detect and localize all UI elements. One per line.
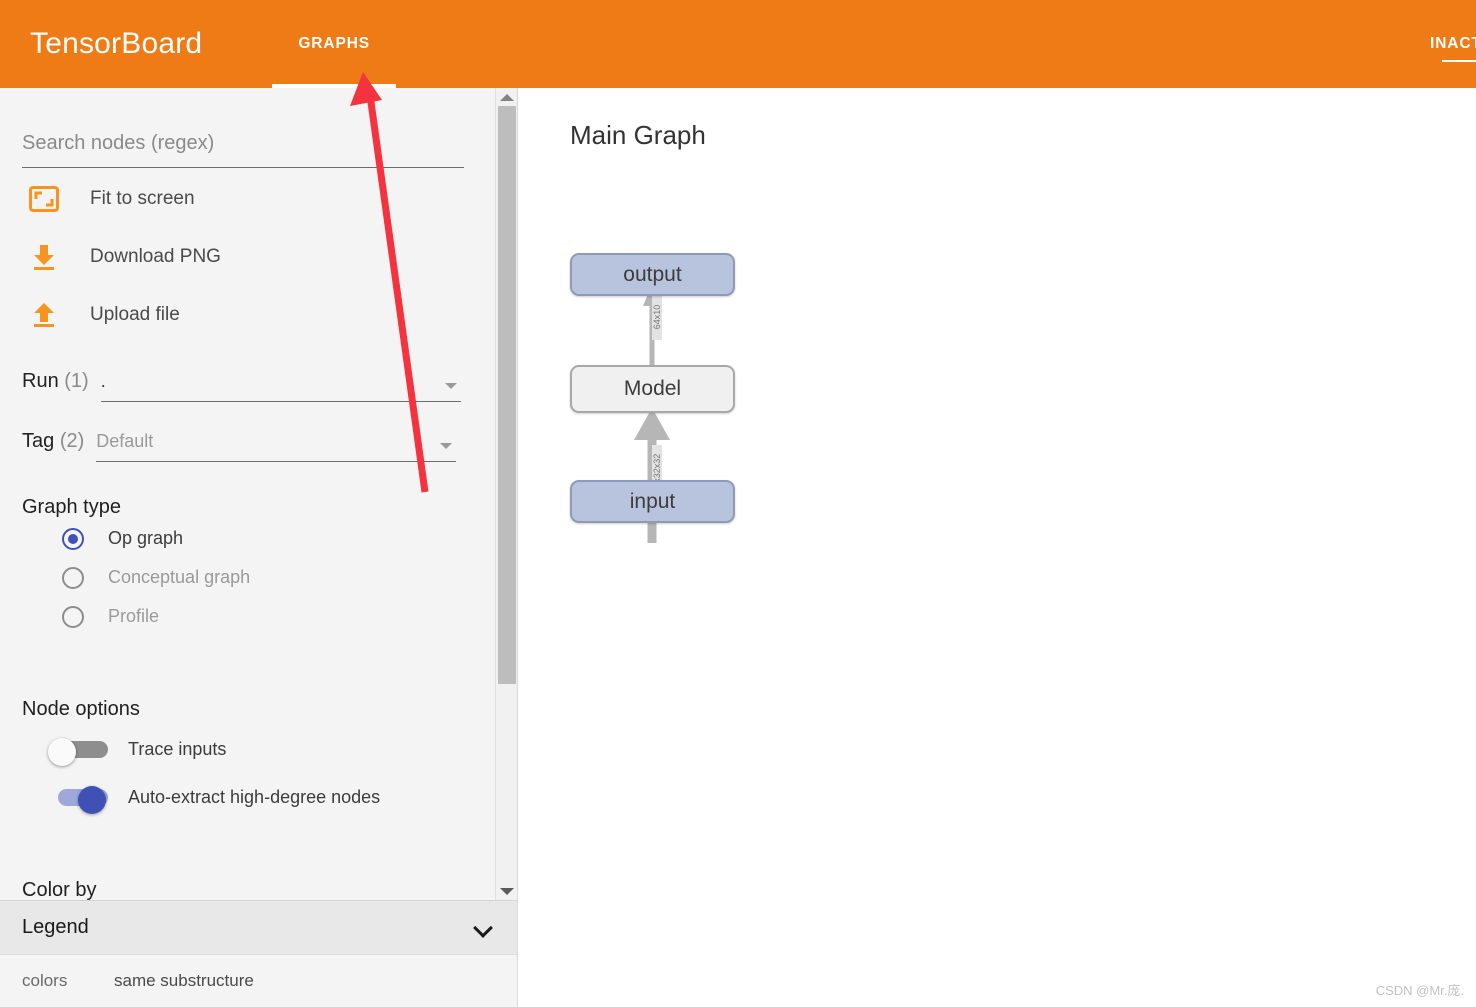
- inactive-runs-label: INACTIVE: [1430, 35, 1476, 52]
- download-icon: [22, 243, 66, 271]
- tab-graphs-label: GRAPHS: [298, 35, 371, 52]
- color-by-title: Color by: [22, 879, 97, 900]
- tab-bar: GRAPHS: [272, 0, 396, 88]
- run-value: .: [100, 371, 106, 391]
- fit-to-screen-label: Fit to screen: [90, 188, 195, 209]
- toggle-trace-inputs-control: [48, 738, 110, 766]
- sidebar-scrollbar[interactable]: [495, 88, 517, 900]
- radio-op-graph-control: [62, 527, 84, 550]
- toggle-trace-inputs-label: Trace inputs: [128, 738, 227, 759]
- radio-profile-control: [62, 605, 84, 628]
- legend-title: Legend: [22, 916, 89, 938]
- graph-node-input[interactable]: input: [570, 480, 735, 523]
- run-label-text: Run: [22, 370, 59, 392]
- toggle-auto-extract-label: Auto-extract high-degree nodes: [128, 786, 381, 807]
- run-label: Run (1): [22, 370, 89, 402]
- sidebar-scroll-area: Fit to screen Download PNG: [0, 88, 496, 900]
- scrollbar-thumb[interactable]: [498, 106, 516, 684]
- toggle-knob: [48, 738, 76, 766]
- toggle-auto-extract-control: [48, 786, 110, 814]
- edge-label-model-output: 64x10: [652, 294, 662, 340]
- legend-value: same substructure: [114, 971, 254, 990]
- radio-profile[interactable]: Profile: [62, 597, 474, 636]
- radio-conceptual-graph-label: Conceptual graph: [108, 567, 251, 587]
- download-png-button[interactable]: Download PNG: [22, 230, 474, 284]
- graph-edges: [634, 284, 670, 543]
- run-count: (1): [64, 370, 89, 392]
- tab-graphs[interactable]: GRAPHS: [272, 0, 396, 88]
- radio-profile-label: Profile: [108, 606, 160, 626]
- run-select-row: Run (1) .: [22, 356, 474, 402]
- toggle-auto-extract[interactable]: Auto-extract high-degree nodes: [48, 777, 474, 817]
- inactive-runs-button[interactable]: INACTIVE: [1420, 0, 1476, 88]
- search-nodes-row: [22, 132, 464, 168]
- upload-file-button[interactable]: Upload file: [22, 288, 474, 342]
- legend-panel: Legend colors same substructure: [0, 900, 517, 1007]
- fit-to-screen-icon: [22, 186, 66, 212]
- graph-node-input-label: input: [629, 489, 676, 513]
- legend-key: colors: [22, 971, 68, 990]
- tag-select-row: Tag (2) Default: [22, 416, 474, 462]
- radio-op-graph[interactable]: Op graph: [62, 519, 474, 558]
- search-underline: [22, 167, 464, 168]
- toggle-trace-inputs[interactable]: Trace inputs: [48, 729, 474, 769]
- graph-canvas[interactable]: Main Graph 64x10 64x3x32x32 output Model…: [519, 88, 1476, 1007]
- graph-node-output[interactable]: output: [570, 253, 735, 296]
- scroll-up-arrow-icon[interactable]: [496, 88, 518, 106]
- run-select[interactable]: .: [100, 371, 461, 402]
- search-input[interactable]: [22, 132, 464, 167]
- tag-value: Default: [96, 431, 154, 451]
- download-png-label: Download PNG: [90, 246, 221, 267]
- graph-node-output-label: output: [623, 262, 682, 286]
- scroll-down-arrow-icon[interactable]: [496, 882, 518, 900]
- graph-type-title: Graph type: [22, 496, 121, 518]
- chevron-down-icon: [440, 443, 453, 449]
- graph-node-model[interactable]: Model: [570, 365, 735, 413]
- app-header: TensorBoard GRAPHS INACTIVE: [0, 0, 1476, 88]
- legend-header[interactable]: Legend: [0, 901, 517, 955]
- radio-conceptual-graph-control: [62, 566, 84, 589]
- graph-node-model-label: Model: [623, 377, 682, 400]
- upload-file-label: Upload file: [90, 304, 180, 325]
- toggle-knob: [78, 786, 106, 814]
- upload-icon: [22, 301, 66, 329]
- radio-conceptual-graph[interactable]: Conceptual graph: [62, 558, 474, 597]
- tag-label-text: Tag: [22, 430, 55, 452]
- watermark: CSDN @Mr.庞.: [1375, 983, 1464, 998]
- header-right: INACTIVE: [1420, 0, 1476, 88]
- legend-row: colors same substructure: [0, 955, 517, 1007]
- chevron-down-icon[interactable]: [473, 917, 495, 939]
- radio-op-graph-label: Op graph: [108, 528, 184, 548]
- tensorboard-app: TensorBoard GRAPHS INACTIVE: [0, 0, 1476, 1007]
- chevron-down-icon: [444, 383, 457, 389]
- app-brand: TensorBoard: [30, 27, 203, 60]
- fit-to-screen-button[interactable]: Fit to screen: [22, 172, 474, 226]
- tag-count: (2): [59, 430, 85, 452]
- node-options-title: Node options: [22, 698, 140, 720]
- tag-label: Tag (2): [22, 430, 84, 462]
- tag-select[interactable]: Default: [96, 431, 457, 462]
- sidebar: Fit to screen Download PNG: [0, 88, 518, 1007]
